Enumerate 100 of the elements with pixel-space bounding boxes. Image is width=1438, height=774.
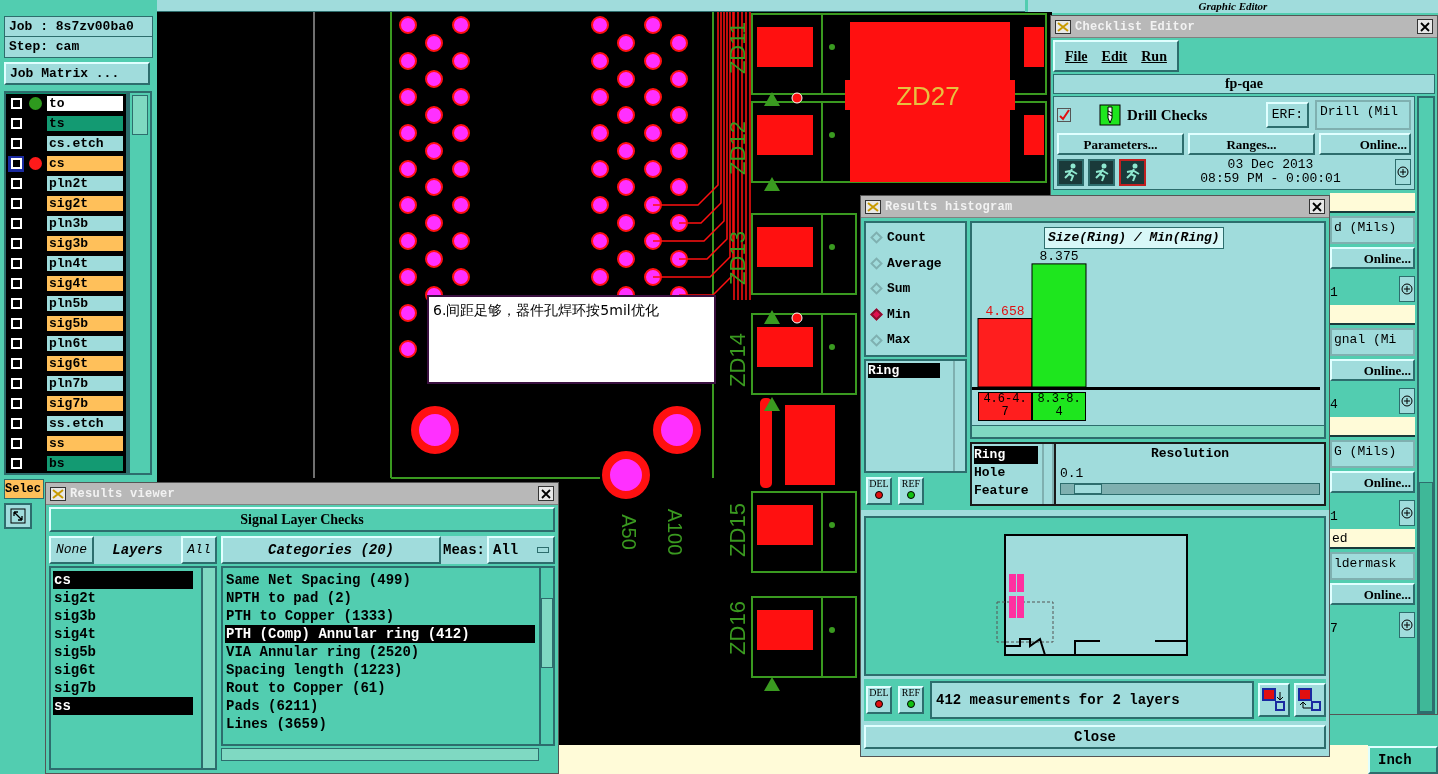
menu-item[interactable]: Run <box>1141 45 1167 67</box>
chart-export-button[interactable] <box>1258 683 1290 717</box>
list-item[interactable]: Same Net Spacing (499) <box>225 571 535 589</box>
layer-toggle[interactable] <box>8 195 24 212</box>
list-item[interactable]: PTH to Copper (1333) <box>225 607 535 625</box>
layer-toggle[interactable] <box>8 315 24 332</box>
radio-option[interactable]: Min <box>866 304 965 325</box>
layer-toggle[interactable] <box>8 335 24 352</box>
layer-toggle[interactable] <box>8 235 24 252</box>
list-item[interactable]: Feature <box>974 482 1042 500</box>
radio-option[interactable]: Max <box>866 330 965 350</box>
run-button[interactable] <box>1119 158 1146 186</box>
layer-name[interactable]: ss <box>46 434 124 452</box>
none-button[interactable]: None <box>49 536 94 564</box>
scrollbar[interactable] <box>539 568 553 744</box>
slider-thumb[interactable] <box>1073 484 1102 494</box>
menu-item[interactable]: File <box>1065 45 1088 67</box>
list-item[interactable]: VIA Annular ring (2520) <box>225 643 535 661</box>
layer-toggle[interactable] <box>8 455 24 472</box>
list-item[interactable]: cs <box>53 571 193 589</box>
menu-item[interactable]: Edit <box>1101 45 1128 67</box>
layer-toggle[interactable] <box>8 155 24 172</box>
close-button[interactable] <box>1309 199 1325 214</box>
zoom-button[interactable] <box>4 503 32 529</box>
close-button[interactable] <box>1417 19 1433 34</box>
radio-option[interactable]: Count <box>866 228 965 248</box>
erf-button[interactable]: ERF: <box>1265 102 1309 128</box>
layer-name[interactable]: sig4t <box>46 275 124 293</box>
layer-name[interactable]: pln4t <box>46 255 124 273</box>
layer-toggle[interactable] <box>8 395 24 412</box>
layer-name[interactable]: cs <box>46 155 124 173</box>
layer-toggle[interactable] <box>8 415 24 432</box>
layer-name[interactable]: sig2t <box>46 195 124 213</box>
erf-field[interactable]: G (Mils) <box>1330 440 1415 468</box>
layer-toggle[interactable] <box>8 295 24 312</box>
online-button[interactable]: Online... <box>1330 471 1415 493</box>
online-button[interactable]: Online... <box>1330 583 1415 605</box>
run-button[interactable] <box>1057 158 1084 186</box>
layer-name[interactable]: pln2t <box>46 175 124 193</box>
expand-button[interactable] <box>1399 612 1415 638</box>
layer-toggle[interactable] <box>8 215 24 232</box>
close-button[interactable] <box>538 486 554 501</box>
scrollbar[interactable] <box>128 91 152 475</box>
list-item[interactable]: Ring <box>868 363 940 378</box>
chart-export-button[interactable] <box>1294 683 1326 717</box>
meas-dropdown[interactable]: All <box>487 536 555 564</box>
layer-name[interactable]: ss.etch <box>46 414 124 432</box>
layer-name[interactable]: sig5b <box>46 314 124 332</box>
layer-name[interactable]: to <box>46 95 124 113</box>
erf-field[interactable]: Drill (Mil <box>1315 100 1411 130</box>
all-button[interactable]: All <box>181 536 217 564</box>
layer-toggle[interactable] <box>8 175 24 192</box>
layer-toggle[interactable] <box>8 95 24 112</box>
layer-toggle[interactable] <box>8 135 24 152</box>
list-item[interactable]: Ring <box>974 446 1038 464</box>
layer-name[interactable]: cs.etch <box>46 135 124 153</box>
layer-toggle[interactable] <box>8 275 24 292</box>
check-action-button[interactable]: Ranges... <box>1188 133 1315 155</box>
layer-name[interactable]: pln6t <box>46 334 124 352</box>
expand-button[interactable] <box>1399 500 1415 526</box>
check-action-button[interactable]: Online... <box>1319 133 1411 155</box>
expand-button[interactable] <box>1395 159 1411 185</box>
layer-name[interactable]: pln3b <box>46 215 124 233</box>
layer-name[interactable]: sig7b <box>46 394 124 412</box>
resolution-slider[interactable] <box>1060 483 1320 495</box>
list-item[interactable]: sig5b <box>53 643 193 661</box>
check-checkbox[interactable] <box>1057 108 1071 122</box>
run-button[interactable] <box>1088 158 1115 186</box>
layer-name[interactable]: pln5b <box>46 295 124 312</box>
categories-button[interactable]: Categories (20) <box>221 536 441 564</box>
delete-button[interactable]: DEL <box>866 477 892 505</box>
list-item[interactable]: sig4t <box>53 625 193 643</box>
list-item[interactable]: Pads (6211) <box>225 697 535 715</box>
list-item[interactable]: ss <box>53 697 193 715</box>
expand-button[interactable] <box>1399 276 1415 302</box>
online-button[interactable]: Online... <box>1330 247 1415 269</box>
layer-name[interactable]: ts <box>46 115 124 133</box>
check-action-button[interactable]: Parameters... <box>1057 133 1184 155</box>
erf-field[interactable]: ldermask <box>1330 552 1415 580</box>
scrollbar[interactable] <box>1417 96 1435 714</box>
list-item[interactable]: Spacing length (1223) <box>225 661 535 679</box>
close-button[interactable]: Close <box>864 725 1326 749</box>
list-item[interactable]: Rout to Copper (61) <box>225 679 535 697</box>
units-dropdown[interactable]: Inch <box>1368 746 1438 774</box>
layer-toggle[interactable] <box>8 255 24 272</box>
layer-toggle[interactable] <box>8 375 24 392</box>
layer-name[interactable]: sig6t <box>46 354 124 372</box>
erf-field[interactable]: d (Mils) <box>1330 216 1415 244</box>
layer-toggle[interactable] <box>8 435 24 452</box>
list-item[interactable]: Lines (3659) <box>225 715 535 733</box>
refresh-button[interactable]: REF <box>898 477 924 505</box>
list-item[interactable]: NPTH to pad (2) <box>225 589 535 607</box>
layer-toggle[interactable] <box>8 115 24 132</box>
radio-option[interactable]: Average <box>866 253 965 274</box>
refresh-button[interactable]: REF <box>898 686 924 714</box>
list-item[interactable]: Hole <box>974 464 1042 482</box>
delete-button[interactable]: DEL <box>866 686 892 714</box>
scrollbar[interactable] <box>1042 444 1054 504</box>
radio-option[interactable]: Sum <box>866 279 965 299</box>
list-item[interactable]: sig7b <box>53 679 193 697</box>
